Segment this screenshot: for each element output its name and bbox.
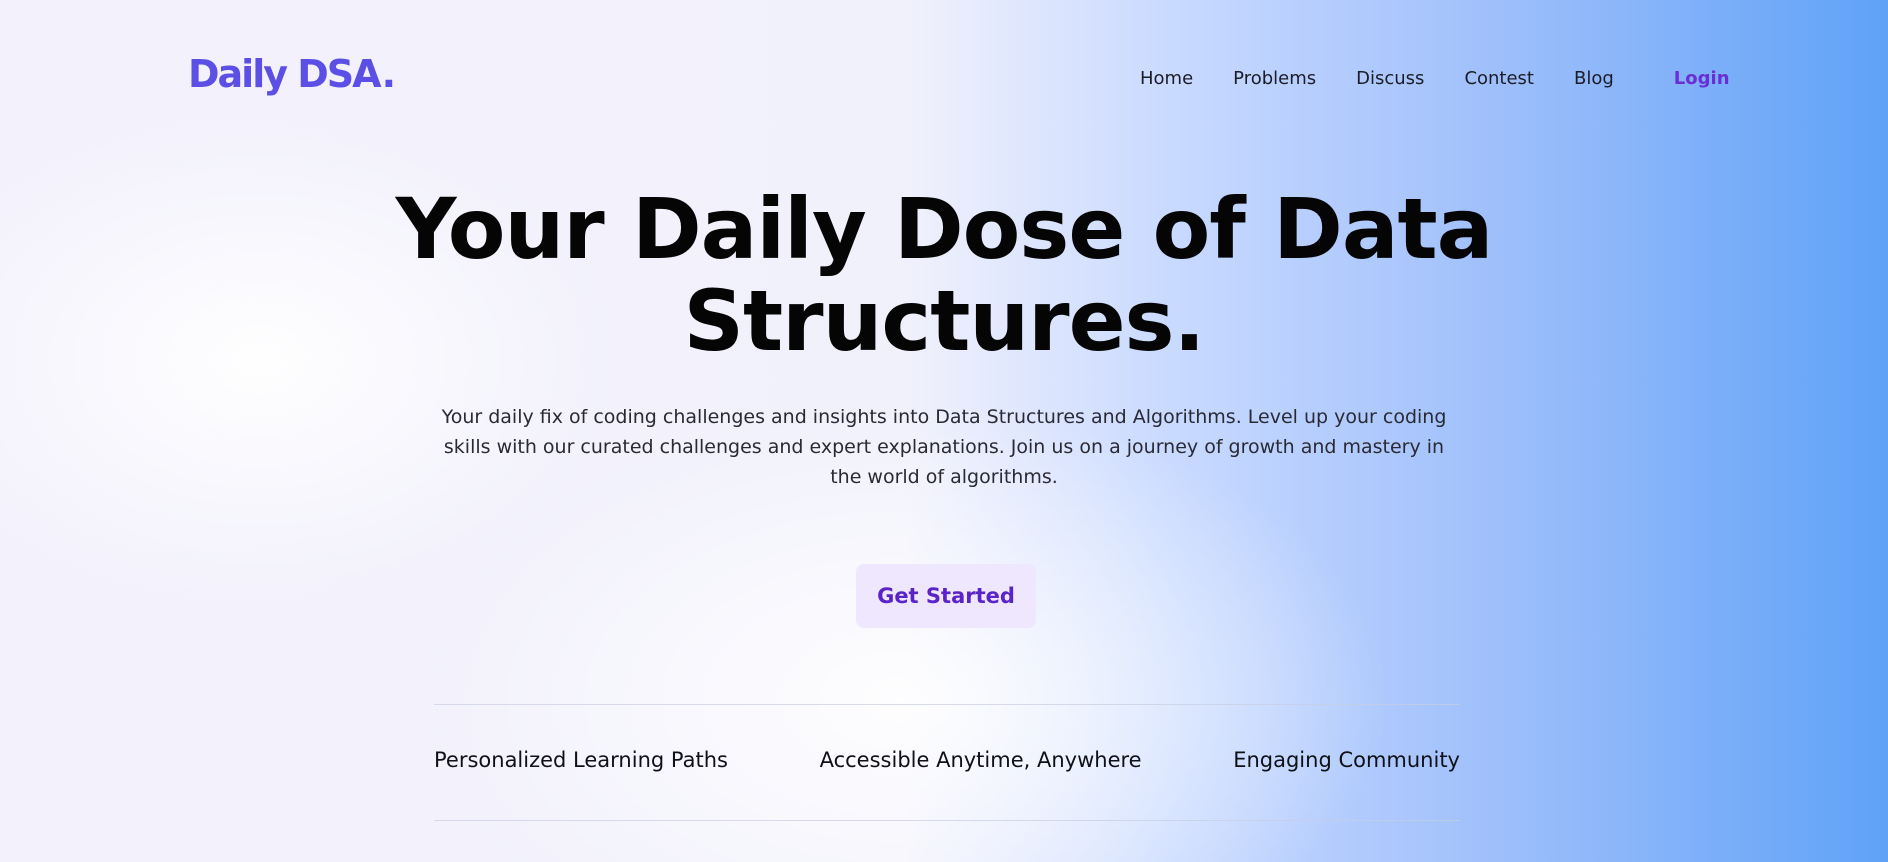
login-link[interactable]: Login <box>1674 68 1730 89</box>
feature-engaging-community: Engaging Community <box>1233 748 1460 772</box>
feature-personalized-learning: Personalized Learning Paths <box>434 748 728 772</box>
nav-contest-link[interactable]: Contest <box>1464 68 1534 89</box>
features-bottom-divider <box>434 820 1460 821</box>
nav-discuss-link[interactable]: Discuss <box>1356 68 1424 89</box>
feature-accessible-anywhere: Accessible Anytime, Anywhere <box>819 748 1142 772</box>
nav-home-link[interactable]: Home <box>1140 68 1193 89</box>
logo-dot: . <box>381 52 397 96</box>
hero-title: Your Daily Dose of Data Structures. <box>395 180 1494 370</box>
features-top-divider <box>434 704 1460 705</box>
get-started-button[interactable]: Get Started <box>856 564 1036 628</box>
top-nav: Home Problems Discuss Contest Blog Login <box>1140 68 1730 89</box>
logo-text: Daily DSA <box>188 52 382 96</box>
features-row: Personalized Learning Paths Accessible A… <box>434 748 1460 772</box>
logo[interactable]: Daily DSA. <box>188 52 397 96</box>
nav-blog-link[interactable]: Blog <box>1574 68 1614 89</box>
landing-page: Daily DSA. Home Problems Discuss Contest… <box>0 0 1888 862</box>
hero-description: Your daily fix of coding challenges and … <box>441 406 1447 488</box>
nav-problems-link[interactable]: Problems <box>1233 68 1316 89</box>
